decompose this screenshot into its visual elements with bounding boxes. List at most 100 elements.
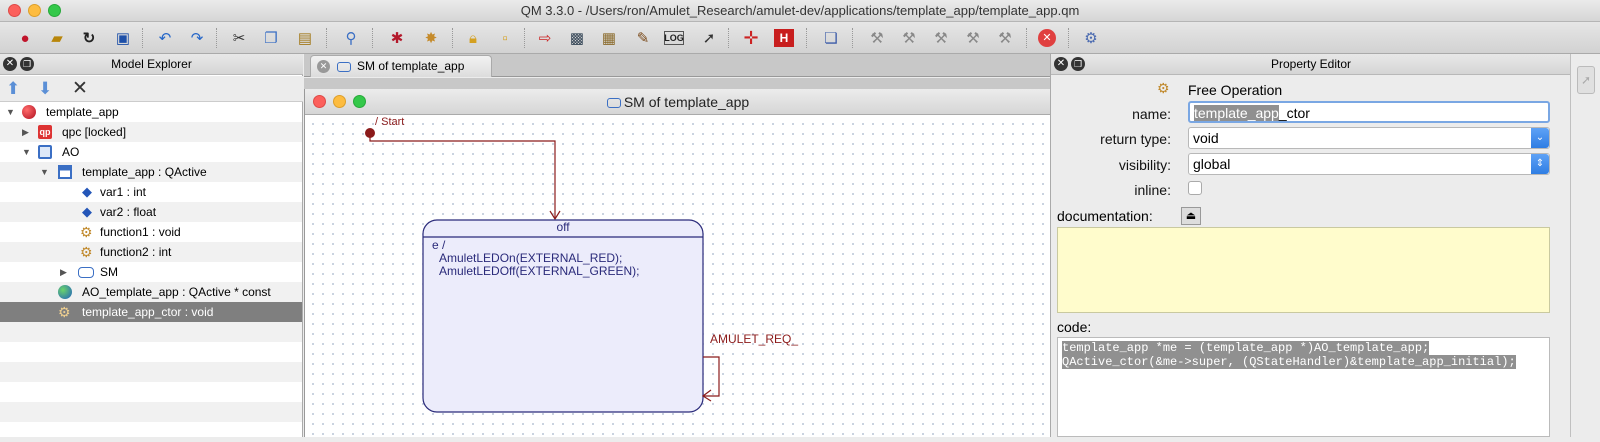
screen-icon[interactable]: ▩ (566, 27, 588, 49)
zoom-window-button[interactable] (48, 4, 61, 17)
float-panel-icon[interactable]: ❐ (20, 57, 34, 71)
copy-icon[interactable]: ❐ (260, 27, 282, 49)
move-down-icon[interactable]: ⬇ (38, 79, 52, 99)
element-kind: Free Operation (1188, 82, 1283, 98)
eject-icon[interactable]: ⏏ (1181, 207, 1201, 225)
property-editor-header: ✕ ❐ Property Editor (1051, 54, 1571, 75)
expanded-icon[interactable]: ▼ (6, 102, 15, 122)
model-explorer-title: Model Explorer (111, 57, 192, 71)
close-window-button[interactable] (8, 4, 21, 17)
expanded-icon[interactable]: ▼ (40, 162, 49, 182)
tree-item-sm[interactable]: ▶ SM (0, 262, 302, 282)
save-icon[interactable]: ▣ (112, 27, 134, 49)
tree-item-function1[interactable]: ⚙ function1 : void (0, 222, 302, 242)
visibility-select[interactable]: global ⇕ (1188, 153, 1550, 175)
tab-sm-of-template-app[interactable]: ✕ SM of template_app (310, 55, 492, 77)
move-up-icon[interactable]: ⬆ (6, 79, 20, 99)
statemachine-icon (337, 62, 351, 72)
return-type-select[interactable]: void ⌄ (1188, 127, 1550, 149)
initial-transition-label[interactable]: / Start (375, 116, 404, 128)
reload-icon[interactable]: ↻ (78, 27, 100, 49)
tree-item-function2[interactable]: ⚙ function2 : int (0, 242, 302, 262)
tree-item-var1[interactable]: ◆ var1 : int (0, 182, 302, 202)
minimize-diagram-button[interactable] (333, 95, 346, 108)
paste-icon[interactable]: ▤ (294, 27, 316, 49)
free-operation-icon: ⚙ (58, 304, 71, 320)
diagram-canvas[interactable]: / Start off e / AmuletLEDOn(EXTERNAL_RED… (305, 116, 1051, 437)
stop-icon[interactable]: ✕ (1038, 29, 1056, 47)
tree-item-ao-template-app[interactable]: AO_template_app : QActive * const (0, 282, 302, 302)
open-model-icon[interactable]: ▰ (46, 27, 68, 49)
collapsed-icon[interactable]: ▶ (60, 262, 67, 282)
tree-item-template-app-ctor[interactable]: ⚙ template_app_ctor : void (0, 302, 302, 322)
state-diagram (365, 128, 720, 413)
pointer-icon[interactable]: ➚ (698, 27, 720, 49)
tree-item-var2[interactable]: ◆ var2 : float (0, 202, 302, 222)
diagram-window-titlebar: SM of template_app (305, 89, 1051, 115)
tool2-icon[interactable]: ⚒ (898, 27, 920, 49)
minimize-window-button[interactable] (28, 4, 41, 17)
import-icon[interactable]: ⇨ (534, 27, 556, 49)
new-model-icon[interactable]: ● (14, 27, 36, 49)
crosshair-icon[interactable]: ✛ (740, 27, 762, 49)
tool1-icon[interactable]: ⚒ (866, 27, 888, 49)
global-attribute-icon (58, 285, 72, 299)
tool3-icon[interactable]: ⚒ (930, 27, 952, 49)
inline-checkbox[interactable] (1188, 181, 1202, 195)
state-name[interactable]: off (423, 220, 703, 234)
tool4-icon[interactable]: ⚒ (962, 27, 984, 49)
cut-icon[interactable]: ✂ (228, 27, 250, 49)
operation-icon: ⚙ (80, 244, 93, 260)
diagram-title: SM of template_app (623, 94, 750, 110)
close-tab-icon[interactable]: ✕ (317, 60, 330, 73)
operation-icon: ⚙ (80, 224, 93, 240)
state-off[interactable] (422, 219, 704, 413)
pointer-tool-icon[interactable]: ➚ (1577, 66, 1595, 94)
close-diagram-button[interactable] (313, 95, 326, 108)
tree-item-template-app[interactable]: ▼ template_app (0, 102, 302, 122)
initial-transition[interactable] (369, 133, 556, 219)
free-operation-icon: ⚙ (1157, 80, 1170, 96)
delete-icon[interactable]: ✕ (72, 77, 88, 100)
redo-icon[interactable]: ↷ (186, 27, 208, 49)
diagram-window: SM of template_app / Start off e / Amule… (304, 89, 1051, 437)
float-panel-icon[interactable]: ❐ (1071, 57, 1085, 71)
generate-code-icon[interactable]: H (774, 29, 794, 47)
package-tool-icon[interactable]: ✸ (420, 27, 442, 49)
settings-icon[interactable]: ⚙ (1080, 27, 1102, 49)
side-scroll-column: ➚ (1570, 54, 1600, 437)
expanded-icon[interactable]: ▼ (22, 142, 31, 162)
undo-icon[interactable]: ↶ (154, 27, 176, 49)
updown-chevron-icon: ⇕ (1531, 154, 1549, 174)
manage-icon[interactable]: ❏ (820, 27, 842, 49)
tool5-icon[interactable]: ⚒ (994, 27, 1016, 49)
model-explorer-header: ✕ ❐ Model Explorer (0, 54, 303, 75)
zoom-diagram-button[interactable] (353, 95, 366, 108)
edit-icon[interactable]: ✎ (632, 27, 654, 49)
model-tool-icon[interactable]: ✱ (386, 27, 408, 49)
property-editor-title: Property Editor (1270, 57, 1352, 71)
explorer-toolbar: ⬆ ⬇ ✕ (0, 76, 303, 102)
lock-icon[interactable]: 🔒︎ (462, 27, 484, 49)
title-bar: QM 3.3.0 - /Users/ron/Amulet_Research/am… (0, 0, 1600, 22)
self-transition-label[interactable]: AMULET_REQ_ (710, 332, 798, 346)
log-icon[interactable]: LOG (664, 31, 684, 45)
diagram-tab-bar: ✕ SM of template_app (304, 54, 1050, 77)
tree-item-qpc[interactable]: ▶ qp qpc [locked] (0, 122, 302, 142)
attribute-icon: ◆ (82, 184, 92, 199)
find-icon[interactable]: ⚲ (340, 27, 362, 49)
tree-item-ao[interactable]: ▼ AO (0, 142, 302, 162)
notes-icon[interactable]: ▦ (598, 27, 620, 49)
entry-action-line: AmuletLEDOn(EXTERNAL_RED); (439, 251, 623, 265)
unlock-icon[interactable]: ▫ (494, 27, 516, 49)
package-locked-icon: qp (38, 125, 52, 139)
name-field[interactable]: template_app_ctor (1188, 101, 1550, 123)
code-field[interactable]: template_app *me = (template_app *)AO_te… (1057, 337, 1550, 437)
documentation-field[interactable] (1057, 227, 1550, 313)
model-icon (22, 105, 36, 119)
close-panel-icon[interactable]: ✕ (3, 57, 17, 71)
collapsed-icon[interactable]: ▶ (22, 122, 29, 142)
statemachine-icon (78, 267, 94, 278)
tree-item-template-app-class[interactable]: ▼ template_app : QActive (0, 162, 302, 182)
close-panel-icon[interactable]: ✕ (1054, 57, 1068, 71)
